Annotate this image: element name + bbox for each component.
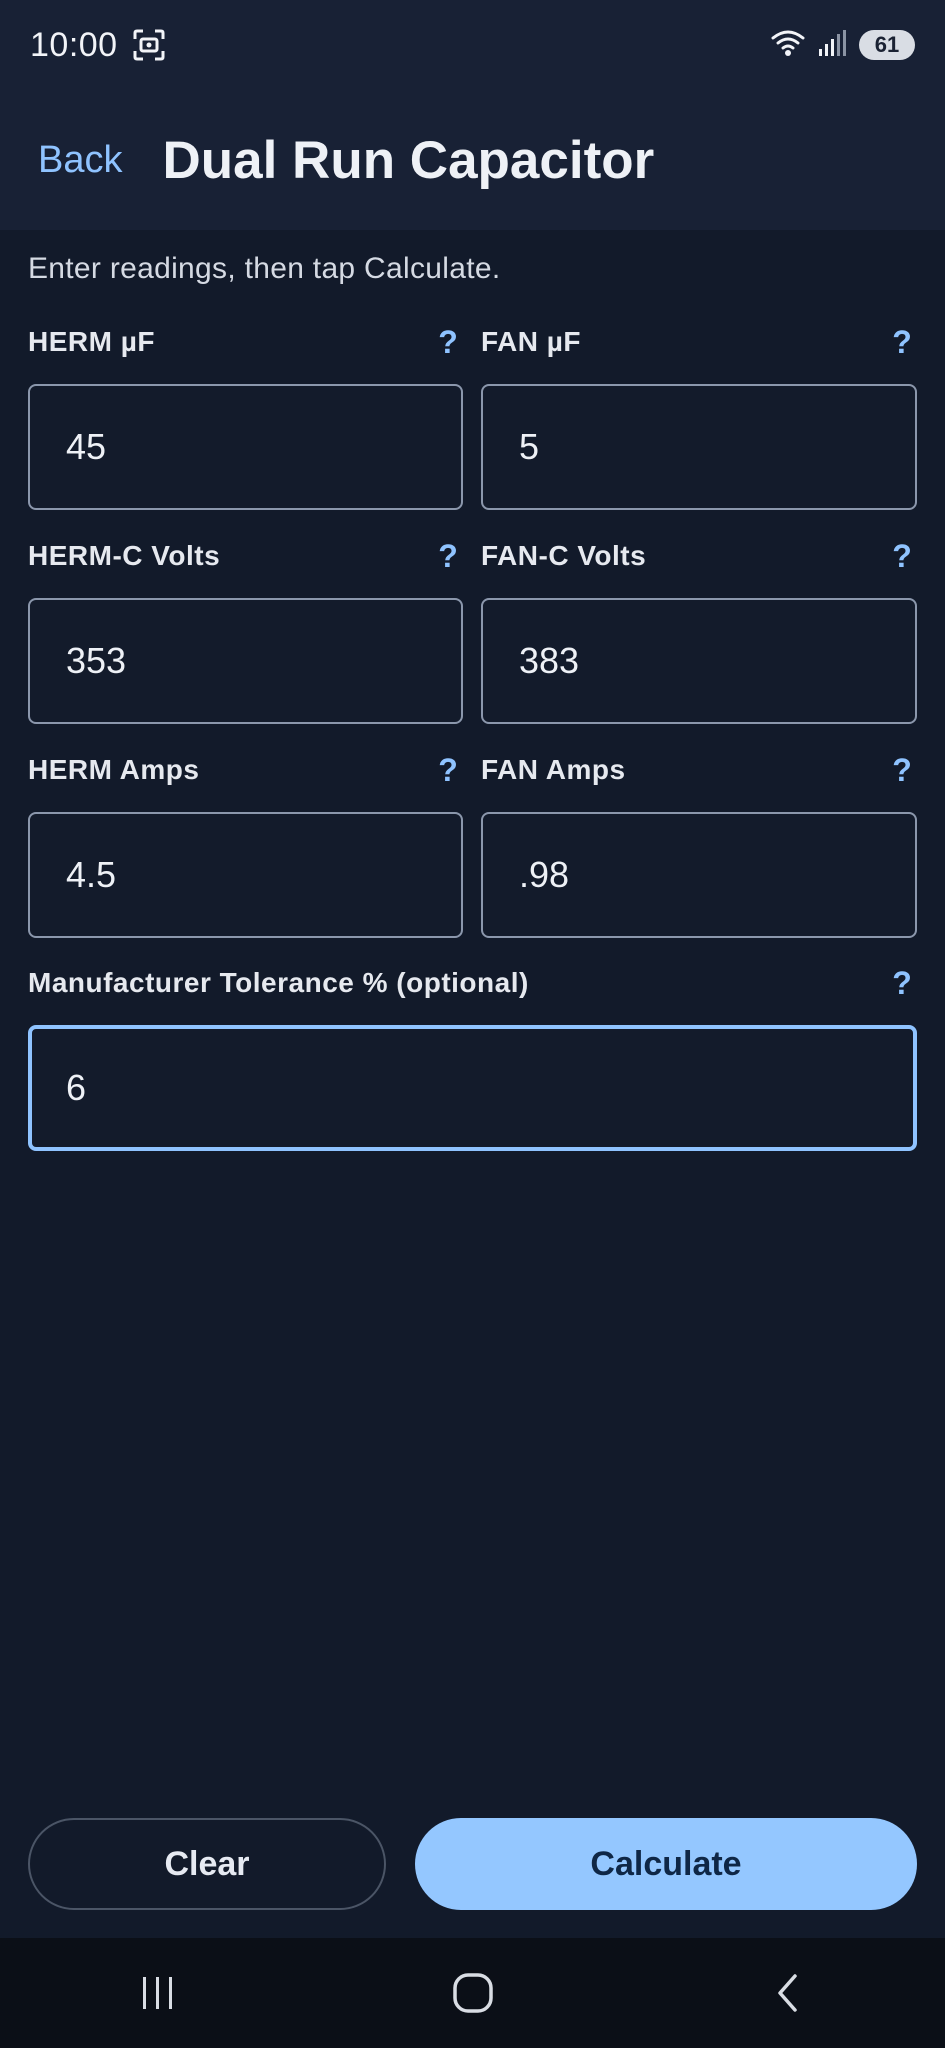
herm-uf-label: HERM µF xyxy=(28,326,155,357)
fan-c-volts-field: FAN-C Volts ? xyxy=(481,536,917,724)
help-icon[interactable]: ? xyxy=(887,752,917,789)
app-header: Back Dual Run Capacitor xyxy=(0,90,945,230)
status-bar: 10:00 61 xyxy=(0,0,945,90)
status-time: 10:00 xyxy=(30,25,118,64)
fan-c-volts-input[interactable] xyxy=(481,598,917,724)
bottom-actions: Clear Calculate xyxy=(28,1818,917,1910)
calculate-button[interactable]: Calculate xyxy=(415,1818,917,1910)
fan-uf-field: FAN µF ? xyxy=(481,322,917,510)
signal-icon xyxy=(817,29,847,62)
herm-amps-label: HERM Amps xyxy=(28,754,200,785)
help-icon[interactable]: ? xyxy=(887,324,917,361)
herm-c-volts-input[interactable] xyxy=(28,598,463,724)
herm-uf-field: HERM µF ? xyxy=(28,322,463,510)
tolerance-field: Manufacturer Tolerance % (optional) ? xyxy=(28,963,917,1151)
clear-button[interactable]: Clear xyxy=(28,1818,386,1910)
help-icon[interactable]: ? xyxy=(887,965,917,1002)
help-icon[interactable]: ? xyxy=(433,752,463,789)
back-button[interactable]: Back xyxy=(38,139,122,182)
fan-amps-input[interactable] xyxy=(481,812,917,938)
help-icon[interactable]: ? xyxy=(433,538,463,575)
herm-amps-input[interactable] xyxy=(28,812,463,938)
help-icon[interactable]: ? xyxy=(887,538,917,575)
battery-icon: 61 xyxy=(859,30,915,60)
fan-uf-input[interactable] xyxy=(481,384,917,510)
status-icons: 61 xyxy=(771,29,915,62)
fan-uf-label: FAN µF xyxy=(481,326,582,357)
fan-amps-label: FAN Amps xyxy=(481,754,626,785)
herm-c-volts-field: HERM-C Volts ? xyxy=(28,536,463,724)
herm-uf-input[interactable] xyxy=(28,384,463,510)
recent-apps-icon[interactable] xyxy=(118,1953,198,2033)
back-nav-icon[interactable] xyxy=(748,1953,828,2033)
home-icon[interactable] xyxy=(433,1953,513,2033)
herm-amps-field: HERM Amps ? xyxy=(28,750,463,938)
tolerance-input[interactable] xyxy=(28,1025,917,1151)
herm-c-volts-label: HERM-C Volts xyxy=(28,540,221,571)
fan-c-volts-label: FAN-C Volts xyxy=(481,540,647,571)
instructions-text: Enter readings, then tap Calculate. xyxy=(28,252,501,285)
screenshot-icon xyxy=(132,28,166,62)
tolerance-label: Manufacturer Tolerance % (optional) xyxy=(28,967,529,998)
system-nav-bar xyxy=(0,1938,945,2048)
page-title: Dual Run Capacitor xyxy=(162,130,655,190)
fan-amps-field: FAN Amps ? xyxy=(481,750,917,938)
wifi-icon xyxy=(771,29,805,62)
help-icon[interactable]: ? xyxy=(433,324,463,361)
